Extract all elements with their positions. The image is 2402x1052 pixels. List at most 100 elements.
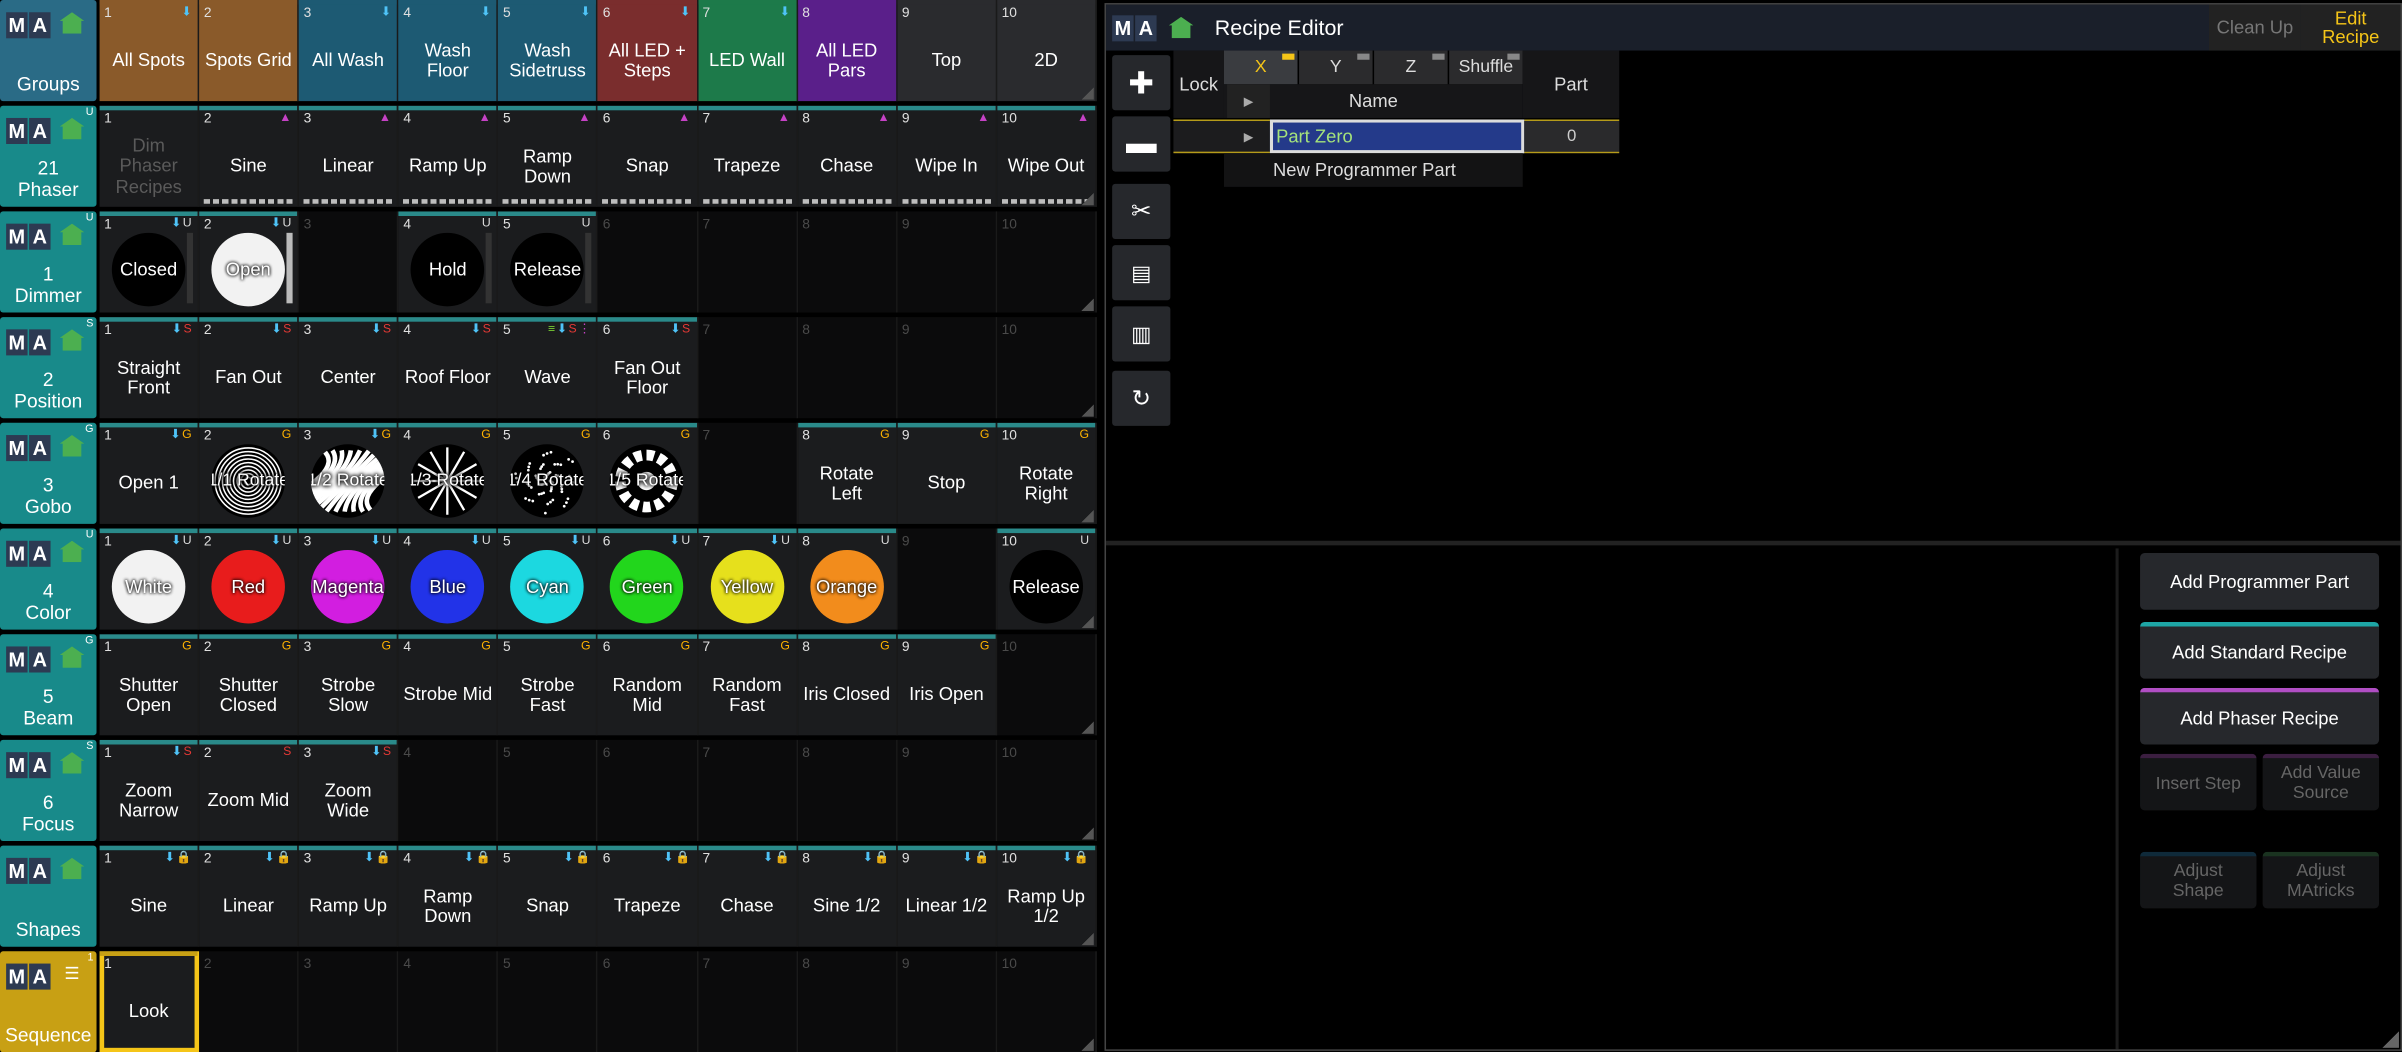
pool-object-rotate-left[interactable]: 8 G Rotate Left xyxy=(797,422,898,524)
home-icon[interactable] xyxy=(59,752,85,774)
adjust-shape-button[interactable]: Adjust Shape xyxy=(2140,851,2257,909)
pool-object-1-3-rotate[interactable]: 4 G 1/3 Rotate xyxy=(398,422,499,524)
home-icon[interactable] xyxy=(59,117,85,140)
scissors-icon[interactable]: ✂ xyxy=(1112,183,1171,239)
empty-pool-object[interactable]: 10 xyxy=(997,634,1097,736)
pool-object-cyan[interactable]: 5 ⬇U Cyan xyxy=(498,528,599,630)
x-column-header[interactable]: X xyxy=(1223,50,1298,85)
empty-pool-object[interactable]: 9 xyxy=(897,739,998,842)
pool-object-sine-1-2[interactable]: 8 ⬇🔒 Sine 1/2 xyxy=(797,845,898,947)
pool-object-sine[interactable]: 2 ▲ Sine xyxy=(199,105,300,207)
insert-icon[interactable]: ▥ xyxy=(1112,306,1171,362)
empty-pool-object[interactable]: 6 xyxy=(598,951,698,1052)
name-column-header[interactable]: ▶ Name xyxy=(1223,84,1523,118)
resize-corner-icon[interactable] xyxy=(1081,932,1094,946)
pool-object-chase[interactable]: 8 ▲ Chase xyxy=(797,105,898,207)
pool-object-release[interactable]: 5 U Release xyxy=(498,211,599,313)
empty-pool-object[interactable]: 7 xyxy=(697,317,798,419)
pool-object-snap[interactable]: 5 ⬇🔒 Snap xyxy=(498,845,599,947)
clean-up-button[interactable]: Clean Up xyxy=(2208,4,2301,51)
pool-object-magenta[interactable]: 3 ⬇U Magenta xyxy=(299,528,399,630)
ma-logo[interactable]: MA xyxy=(1112,15,1157,42)
empty-pool-object[interactable]: 9 xyxy=(897,951,998,1052)
pool-object-stop[interactable]: 9 G Stop xyxy=(897,422,998,524)
empty-pool-object[interactable]: 9 xyxy=(897,528,998,630)
ma-logo[interactable]: MA xyxy=(6,117,52,144)
pool-object-straight-front[interactable]: 1 ⬇S Straight Front xyxy=(99,317,200,419)
empty-pool-object[interactable]: 10 xyxy=(997,739,1097,842)
pool-object-shutter-open[interactable]: 1 G Shutter Open xyxy=(99,634,200,736)
empty-pool-object[interactable]: 7 xyxy=(697,422,798,524)
ma-logo[interactable]: MA xyxy=(6,857,52,884)
pool-object-snap[interactable]: 6 ▲ Snap xyxy=(598,105,698,207)
pool-object-ramp-down[interactable]: 4 ⬇🔒 Ramp Down xyxy=(398,845,499,947)
resize-corner-icon[interactable] xyxy=(1081,1038,1094,1051)
part-name-field[interactable]: Part Zero xyxy=(1269,119,1525,154)
pool-object-random-mid[interactable]: 6 G Random Mid xyxy=(598,634,698,736)
pool-object-sine[interactable]: 1 ⬇🔒 Sine xyxy=(99,845,200,947)
pool-object-green[interactable]: 6 ⬇U Green xyxy=(598,528,698,630)
pool-object-release[interactable]: 10 U Release xyxy=(997,528,1097,630)
new-programmer-part-row[interactable]: New Programmer Part xyxy=(1223,153,1523,187)
home-icon[interactable] xyxy=(59,435,85,457)
pool-object-linear[interactable]: 3 ▲ Linear xyxy=(299,105,399,207)
ma-logo[interactable]: MA xyxy=(6,223,52,250)
pool-object-rotate-right[interactable]: 10 G Rotate Right xyxy=(997,422,1097,524)
pool-object-hold[interactable]: 4 U Hold xyxy=(398,211,499,313)
home-icon[interactable] xyxy=(1168,16,1194,39)
pool-object-iris-open[interactable]: 9 G Iris Open xyxy=(897,634,998,736)
pool-object-open[interactable]: 2 ⬇U Open xyxy=(199,211,300,313)
pool-object-all-wash[interactable]: 3 ⬇ All Wash xyxy=(299,0,399,102)
pool-object-chase[interactable]: 7 ⬇🔒 Chase xyxy=(697,845,798,947)
pool-object-strobe-slow[interactable]: 3 G Strobe Slow xyxy=(299,634,399,736)
pool-object-strobe-fast[interactable]: 5 G Strobe Fast xyxy=(498,634,599,736)
adjust-matricks-button[interactable]: Adjust MAtricks xyxy=(2262,851,2380,909)
pool-object-1-5-rotate[interactable]: 6 G 1/5 Rotate xyxy=(598,422,698,524)
pool-header-shapes[interactable]: M A Shapes xyxy=(0,845,97,947)
z-column-header[interactable]: Z xyxy=(1374,50,1448,85)
empty-pool-object[interactable]: 4 xyxy=(398,739,499,842)
ma-logo[interactable]: MA xyxy=(6,752,52,779)
table-row[interactable]: ▶ Part Zero 0 xyxy=(1173,119,1620,154)
ma-logo[interactable]: MA xyxy=(6,963,52,990)
ma-logo[interactable]: MA xyxy=(6,12,52,39)
resize-corner-icon[interactable] xyxy=(1081,827,1094,840)
pool-header-5-beam[interactable]: MA G 5 Beam xyxy=(0,634,97,736)
empty-pool-object[interactable]: 8 xyxy=(797,317,898,419)
ma-logo[interactable]: MA xyxy=(6,435,52,462)
empty-pool-object[interactable]: 4 xyxy=(398,951,499,1052)
empty-pool-object[interactable]: 7 xyxy=(697,951,798,1052)
expand-arrow-icon[interactable]: ▶ xyxy=(1227,121,1270,152)
pool-object-ramp-up[interactable]: 4 ▲ Ramp Up xyxy=(398,105,499,207)
resize-corner-icon[interactable] xyxy=(1081,87,1094,100)
empty-pool-object[interactable]: 3 xyxy=(299,211,399,313)
pool-object-linear[interactable]: 2 ⬇🔒 Linear xyxy=(199,845,300,947)
empty-pool-object[interactable]: 7 xyxy=(697,211,798,313)
minus-icon[interactable]: ▬ xyxy=(1112,116,1171,172)
pool-object-yellow[interactable]: 7 ⬇U Yellow xyxy=(697,528,798,630)
pool-object-wave[interactable]: 5 ≡⬇S⋮ Wave xyxy=(498,317,599,419)
pool-object-all-spots[interactable]: 1 ⬇ All Spots xyxy=(99,0,200,102)
pool-header-sequence[interactable]: M A ☰ 1 Sequence xyxy=(0,951,97,1052)
ma-logo[interactable]: MA xyxy=(6,329,52,356)
pool-object-iris-closed[interactable]: 8 G Iris Closed xyxy=(797,634,898,736)
pool-object-shutter-closed[interactable]: 2 G Shutter Closed xyxy=(199,634,300,736)
pool-object-top[interactable]: 9 Top xyxy=(897,0,998,102)
pool-object-all-led-pars[interactable]: 8 All LED Pars xyxy=(797,0,898,102)
resize-handle-icon[interactable] xyxy=(2380,1029,2399,1048)
edit-recipe-button[interactable]: Edit Recipe xyxy=(2300,4,2401,51)
resize-corner-icon[interactable] xyxy=(1081,510,1094,523)
pool-object-orange[interactable]: 8 U Orange xyxy=(797,528,898,630)
pool-header-1-dimmer[interactable]: MA U 1 Dimmer xyxy=(0,211,97,313)
empty-pool-object[interactable]: 10 xyxy=(997,317,1097,419)
empty-pool-object[interactable]: 7 xyxy=(697,739,798,842)
pool-object-trapeze[interactable]: 6 ⬇🔒 Trapeze xyxy=(598,845,698,947)
pool-object-wipe-in[interactable]: 9 ▲ Wipe In xyxy=(897,105,998,207)
insert-step-button[interactable]: Insert Step xyxy=(2140,753,2257,811)
empty-pool-object[interactable]: 8 xyxy=(797,951,898,1052)
home-icon[interactable] xyxy=(59,223,85,246)
pool-object-1-2-rotate[interactable]: 3 ⬇G 1/2 Rotate xyxy=(299,422,399,524)
pool-object-white[interactable]: 1 ⬇U White xyxy=(99,528,200,630)
add-value-source-button[interactable]: Add Value Source xyxy=(2262,753,2380,811)
add-phaser-recipe-button[interactable]: Add Phaser Recipe xyxy=(2140,687,2380,745)
